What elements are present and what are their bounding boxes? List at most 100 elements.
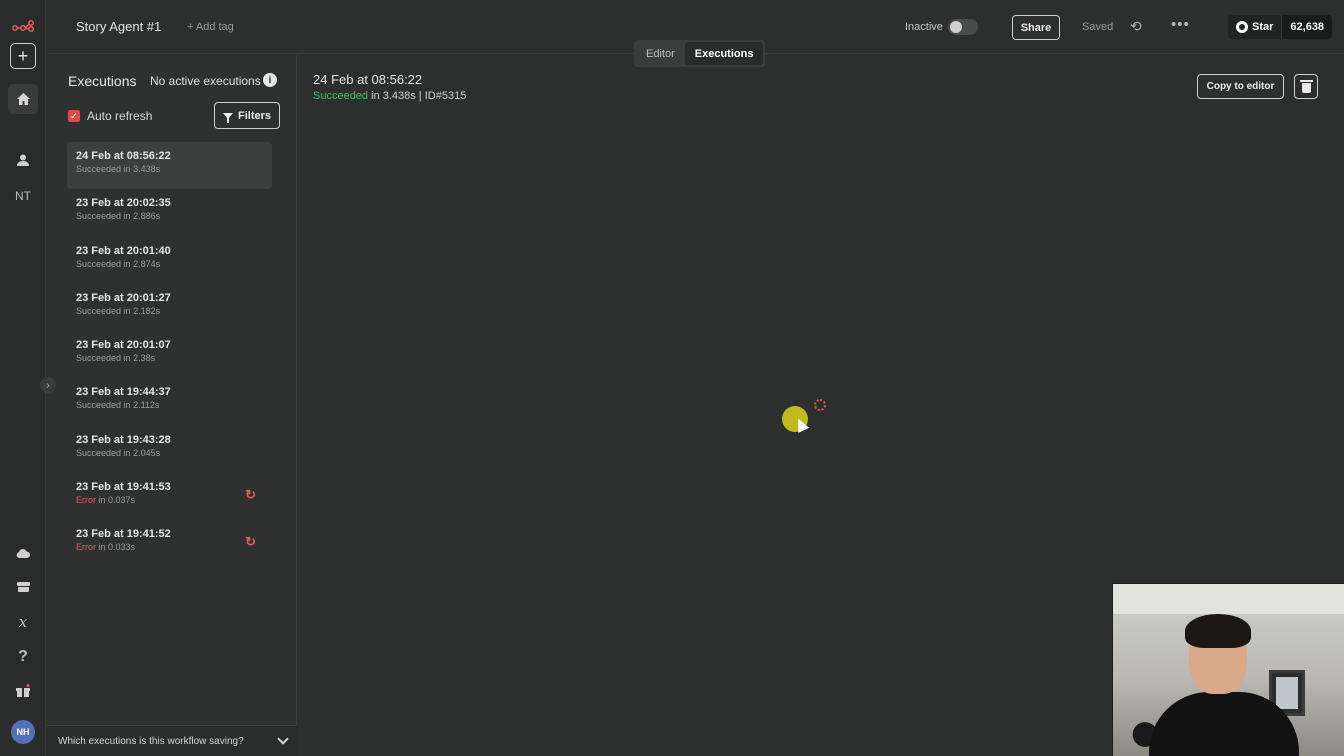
execution-duration: in 2.182s (123, 305, 161, 316)
filters-button[interactable]: Filters (214, 102, 280, 129)
list-item[interactable]: 23 Feb at 19:43:28 Succeeded in 2.045s (67, 426, 272, 473)
execution-time: 23 Feb at 20:01:40 (76, 244, 171, 257)
execution-time: 23 Feb at 19:44:37 (76, 386, 171, 399)
github-icon (1236, 21, 1248, 33)
execution-time: 23 Feb at 19:43:28 (76, 433, 171, 446)
list-item[interactable]: 23 Feb at 20:01:07 Succeeded in 2.38s (67, 331, 272, 378)
execution-duration: in 0.037s (98, 494, 136, 505)
whats-new-button[interactable] (8, 675, 38, 705)
execution-date: 24 Feb at 08:56:22 (313, 72, 423, 87)
plus-icon: + (17, 46, 29, 66)
execution-duration: in 3.438s (123, 164, 161, 174)
execution-time: 23 Feb at 20:02:35 (76, 197, 171, 210)
executions-sidebar: Executions No active executions i ✓ Auto… (47, 55, 297, 756)
editor-executions-switch: Editor Executions (634, 40, 766, 67)
active-toggle[interactable] (948, 19, 978, 35)
home-icon (16, 93, 30, 105)
list-item[interactable]: 23 Feb at 19:41:52 Error in 0.033s ↻ (67, 520, 272, 567)
execution-duration: in 2.045s (123, 447, 161, 458)
execution-status: Succeeded (76, 447, 122, 458)
auto-refresh-label[interactable]: Auto refresh (87, 109, 152, 123)
share-button[interactable]: Share (1012, 15, 1060, 40)
templates-button[interactable] (8, 572, 38, 602)
list-item[interactable]: 23 Feb at 20:02:35 Succeeded in 2.886s (67, 189, 272, 236)
github-star-label: Star (1252, 21, 1274, 33)
github-star-count: 62,638 (1281, 15, 1332, 39)
webcam-ceiling (1113, 584, 1344, 614)
more-options-icon[interactable]: ••• (1171, 16, 1190, 33)
execution-summary: in 3.438s | ID#5315 (368, 90, 467, 102)
github-star-button[interactable]: Star 62,638 (1228, 15, 1333, 39)
retry-icon[interactable]: ↻ (245, 534, 256, 550)
history-icon[interactable]: ⟲ (1130, 18, 1142, 35)
add-tag-link[interactable]: + Add tag (187, 21, 234, 33)
user-button[interactable] (8, 145, 38, 175)
box-icon (16, 582, 30, 592)
tab-editor[interactable]: Editor (636, 42, 685, 65)
execution-status: Succeeded (76, 400, 122, 411)
execution-meta: Succeeded in 3.438s | ID#5315 (313, 90, 466, 102)
list-item[interactable]: 23 Feb at 20:01:40 Succeeded in 2.874s (67, 237, 272, 284)
loading-spinner-icon (814, 399, 826, 411)
execution-status-line: Error in 0.037s (76, 495, 263, 505)
workflow-title[interactable]: Story Agent #1 (76, 19, 161, 34)
execution-time: 23 Feb at 19:41:52 (76, 528, 171, 540)
left-rail: + NT › x ? NH (0, 0, 56, 756)
user-icon (17, 154, 29, 166)
execution-time: 23 Feb at 20:01:27 (76, 291, 171, 304)
execution-status-line: Succeeded in 2.886s (76, 211, 263, 221)
n8n-logo-icon[interactable] (8, 11, 38, 41)
executions-list: 24 Feb at 08:56:22 Succeeded in 3.438s 2… (67, 142, 272, 567)
active-executions-status: No active executions (150, 74, 261, 88)
trash-icon (1299, 79, 1313, 93)
filter-icon (222, 112, 233, 123)
expand-sidebar-button[interactable]: › (40, 377, 56, 393)
github-star-label-box: Star (1228, 15, 1282, 39)
execution-duration: in 2.38s (123, 353, 156, 363)
execution-status: Succeeded (313, 90, 369, 102)
cloud-button[interactable] (8, 538, 38, 568)
execution-duration: in 2.874s (123, 258, 161, 269)
retry-icon[interactable]: ↻ (245, 487, 256, 503)
execution-duration: in 2.886s (123, 211, 161, 222)
toggle-knob (950, 21, 962, 33)
chevron-right-icon: › (46, 379, 50, 391)
execution-time: 23 Feb at 19:41:53 (76, 480, 171, 493)
filters-label: Filters (237, 109, 271, 122)
auto-refresh-checkbox[interactable]: ✓ (68, 110, 80, 122)
saved-status: Saved (1082, 21, 1114, 33)
execution-status-line: Succeeded in 3.438s (76, 164, 263, 174)
execution-duration: in 0.033s (98, 542, 136, 552)
webcam-person-hair (1185, 614, 1251, 648)
home-button[interactable] (8, 84, 38, 114)
execution-status: Succeeded (76, 211, 122, 222)
variables-icon[interactable]: x (8, 607, 38, 637)
execution-status: Succeeded (76, 305, 122, 316)
saving-question: Which executions is this workflow saving… (58, 735, 244, 747)
list-item[interactable]: 23 Feb at 20:01:27 Succeeded in 2.182s (67, 284, 272, 331)
project-nt[interactable]: NT (8, 181, 38, 211)
execution-status: Succeeded (76, 258, 122, 269)
help-icon[interactable]: ? (8, 642, 38, 672)
execution-status-line: Succeeded in 2.045s (76, 448, 263, 458)
add-workflow-button[interactable]: + (10, 43, 36, 69)
avatar[interactable]: NH (11, 720, 35, 744)
execution-status-line: Succeeded in 2.182s (76, 306, 263, 316)
list-item[interactable]: 23 Feb at 19:41:53 Error in 0.037s ↻ (67, 473, 272, 520)
execution-status-line: Succeeded in 2.38s (76, 353, 263, 363)
executions-title: Executions (68, 73, 137, 89)
execution-status: Error (76, 494, 96, 505)
info-icon[interactable]: i (263, 73, 277, 87)
tab-executions[interactable]: Executions (684, 42, 764, 65)
execution-time: 23 Feb at 20:01:07 (76, 339, 171, 351)
chevron-down-icon (277, 733, 289, 745)
execution-status-line: Succeeded in 2.874s (76, 259, 263, 269)
saving-settings-accordion[interactable]: Which executions is this workflow saving… (47, 725, 297, 756)
execution-time: 24 Feb at 08:56:22 (76, 150, 171, 162)
webcam-overlay (1112, 583, 1344, 756)
delete-execution-button[interactable] (1294, 74, 1318, 99)
list-item[interactable]: 24 Feb at 08:56:22 Succeeded in 3.438s (67, 142, 272, 190)
list-item[interactable]: 23 Feb at 19:44:37 Succeeded in 2.112s (67, 378, 272, 425)
copy-to-editor-button[interactable]: Copy to editor (1197, 74, 1284, 99)
execution-status: Succeeded (76, 353, 122, 363)
